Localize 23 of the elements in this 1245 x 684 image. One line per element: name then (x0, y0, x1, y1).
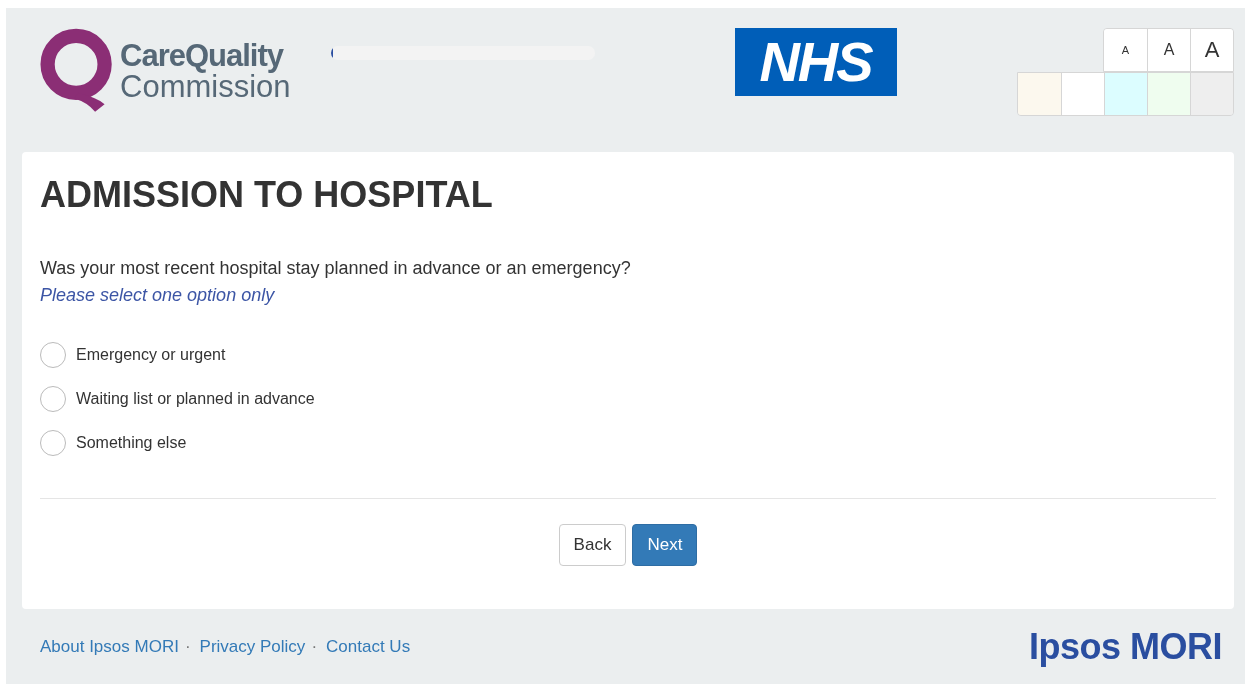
instruction-text: Please select one option only (40, 285, 276, 306)
theme-swatch[interactable] (1061, 73, 1104, 115)
footer-link[interactable]: Privacy Policy (199, 636, 306, 657)
option-label[interactable]: Waiting list or planned in advance (76, 390, 315, 408)
theme-swatch[interactable] (1147, 73, 1190, 115)
separator: · (184, 636, 191, 657)
question-text: Was your most recent hospital stay planned in advance or an emergency? (40, 258, 632, 279)
theme-swatch[interactable] (1104, 73, 1147, 115)
next-button[interactable]: Next (632, 524, 698, 566)
text-size-button[interactable]: A (1147, 29, 1190, 71)
text-size-button[interactable]: A (1104, 29, 1147, 71)
separator: · (311, 636, 318, 657)
text-size-button[interactable]: A (1190, 29, 1233, 71)
theme-swatch[interactable] (1018, 73, 1061, 115)
brand-logo: Ipsos MORI (1028, 625, 1222, 668)
option-label[interactable]: Something else (76, 434, 187, 452)
footer-link[interactable]: About Ipsos MORI (40, 636, 179, 657)
page-title: ADMISSION TO HOSPITAL (40, 174, 494, 216)
back-button[interactable]: Back (558, 524, 627, 566)
option-label[interactable]: Emergency or urgent (76, 346, 226, 364)
theme-swatch[interactable] (1190, 73, 1233, 115)
footer-link[interactable]: Contact Us (326, 636, 411, 657)
nhs-logo: NHS (734, 28, 897, 96)
